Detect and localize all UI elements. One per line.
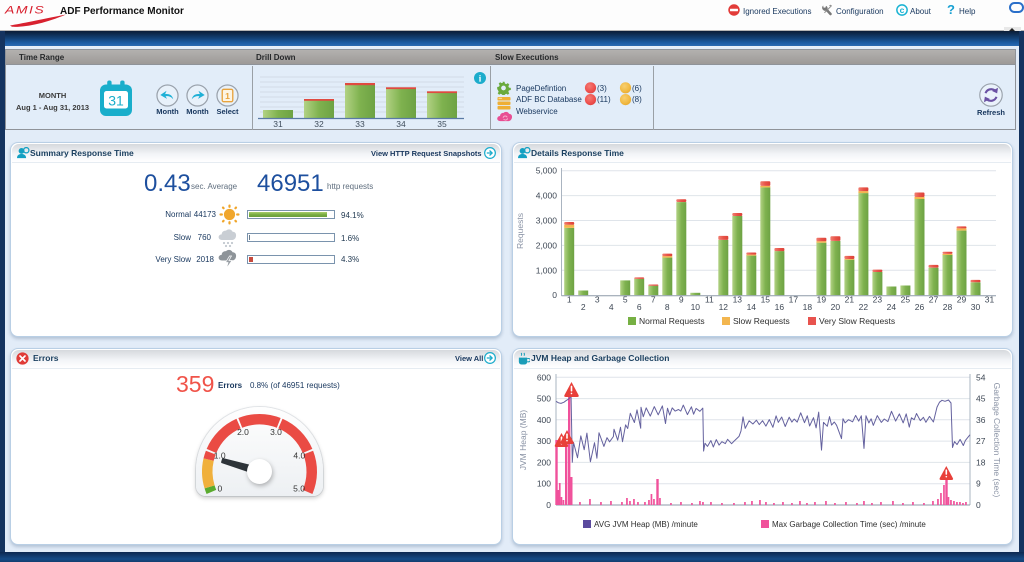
svg-text:JVM Heap (MB): JVM Heap (MB) <box>518 410 528 471</box>
svg-text:4.0: 4.0 <box>293 450 305 460</box>
svg-text:33: 33 <box>355 119 365 129</box>
svg-text:19: 19 <box>817 295 827 305</box>
svg-text:16: 16 <box>775 302 785 312</box>
svg-text:7: 7 <box>651 295 656 305</box>
svg-text:3: 3 <box>595 295 600 305</box>
svg-text:2.0: 2.0 <box>237 427 249 437</box>
svg-text:8: 8 <box>665 302 670 312</box>
svg-text:54: 54 <box>976 372 986 382</box>
svg-text:5.0: 5.0 <box>293 483 305 493</box>
svg-text:200: 200 <box>537 457 551 467</box>
svg-text:2,000: 2,000 <box>536 240 558 250</box>
svg-text:0: 0 <box>976 500 981 510</box>
svg-text:30: 30 <box>971 302 981 312</box>
svg-text:25: 25 <box>901 295 911 305</box>
svg-text:31: 31 <box>985 295 995 305</box>
svg-text:11: 11 <box>705 295 714 305</box>
svg-text:400: 400 <box>537 415 551 425</box>
svg-text:2: 2 <box>581 302 586 312</box>
svg-text:27: 27 <box>929 295 939 305</box>
svg-text:5,000: 5,000 <box>536 166 558 176</box>
svg-text:300: 300 <box>537 436 551 446</box>
svg-text:35: 35 <box>437 119 447 129</box>
svg-text:1: 1 <box>567 295 572 305</box>
svg-text:31: 31 <box>273 119 283 129</box>
svg-text:23: 23 <box>873 295 883 305</box>
svg-text:4: 4 <box>609 302 614 312</box>
svg-text:18: 18 <box>976 457 986 467</box>
svg-text:0: 0 <box>218 483 223 493</box>
svg-text:Garbage Collection Time (sec): Garbage Collection Time (sec) <box>992 383 1002 498</box>
svg-text:34: 34 <box>396 119 406 129</box>
svg-text:18: 18 <box>803 302 813 312</box>
svg-text:Max Garbage Collection Time (s: Max Garbage Collection Time (sec) /minut… <box>772 520 926 529</box>
svg-text:22: 22 <box>859 302 869 312</box>
svg-text:Requests: Requests <box>515 213 525 249</box>
svg-text:100: 100 <box>537 479 551 489</box>
svg-text:AVG JVM Heap (MB) /minute: AVG JVM Heap (MB) /minute <box>594 520 698 529</box>
svg-text:32: 32 <box>314 119 324 129</box>
svg-text:24: 24 <box>887 302 897 312</box>
svg-text:10: 10 <box>691 302 701 312</box>
svg-text:12: 12 <box>719 302 729 312</box>
svg-text:3,000: 3,000 <box>536 216 558 226</box>
svg-text:26: 26 <box>915 302 925 312</box>
svg-text:500: 500 <box>537 394 551 404</box>
svg-text:600: 600 <box>537 372 551 382</box>
svg-text:28: 28 <box>943 302 953 312</box>
svg-text:27: 27 <box>976 436 986 446</box>
svg-text:Slow Requests: Slow Requests <box>733 316 790 326</box>
svg-text:31: 31 <box>108 93 124 109</box>
svg-text:c: c <box>900 5 905 15</box>
svg-text:14: 14 <box>747 302 757 312</box>
svg-text:17: 17 <box>789 295 799 305</box>
svg-text:3.0: 3.0 <box>270 427 282 437</box>
svg-text:5: 5 <box>623 295 628 305</box>
svg-text:0: 0 <box>546 500 551 510</box>
svg-text:20: 20 <box>831 302 841 312</box>
svg-text:6: 6 <box>637 302 642 312</box>
svg-text:21: 21 <box>845 295 855 305</box>
svg-text:Normal Requests: Normal Requests <box>639 316 705 326</box>
svg-text:15: 15 <box>761 295 771 305</box>
svg-text:9: 9 <box>679 295 684 305</box>
svg-text:36: 36 <box>976 415 986 425</box>
svg-text:29: 29 <box>957 295 967 305</box>
svg-text:1,000: 1,000 <box>536 265 558 275</box>
svg-text:1: 1 <box>225 91 230 101</box>
svg-text:4,000: 4,000 <box>536 191 558 201</box>
svg-text:45: 45 <box>976 394 986 404</box>
svg-text:13: 13 <box>733 295 743 305</box>
svg-text:9: 9 <box>976 479 981 489</box>
svg-text:Very Slow Requests: Very Slow Requests <box>819 316 895 326</box>
svg-text:0: 0 <box>552 290 557 300</box>
